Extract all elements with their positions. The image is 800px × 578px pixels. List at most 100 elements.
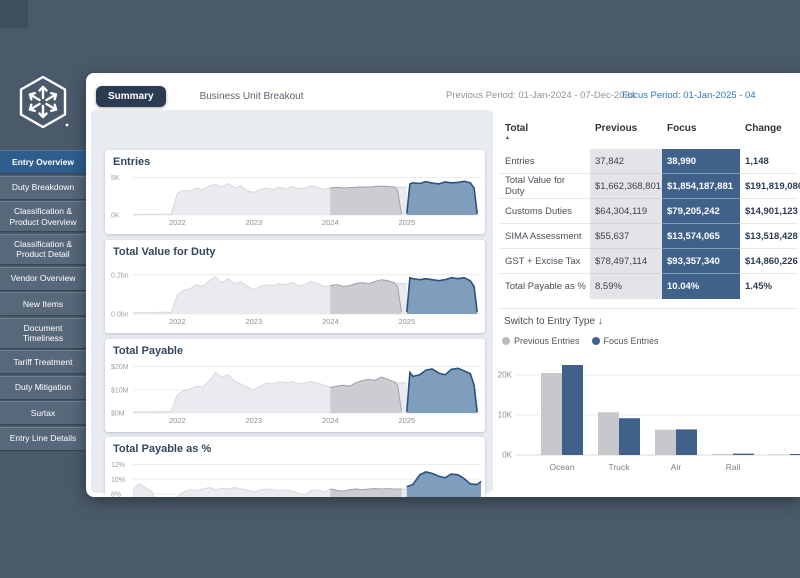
sidebar-item-surtax[interactable]: Surtax	[0, 401, 86, 424]
svg-text:12%: 12%	[111, 462, 125, 469]
svg-text:2023: 2023	[246, 317, 263, 326]
svg-text:2023: 2023	[246, 218, 263, 227]
entries-chart-card: Entries 5K0K2022202320242025	[105, 150, 485, 234]
table-cell-customs-duties-focus[interactable]: $79,205,242	[662, 199, 740, 224]
total-payable-area-chart[interactable]: $20M $10M $0M 2022 2023 2024 2025	[111, 359, 483, 425]
sidebar-item-classification-product-detail[interactable]: Classification & Product Detail	[0, 234, 86, 264]
table-cell-gst-excise-tax-total[interactable]: GST + Excise Tax	[500, 249, 590, 274]
dashboard-window: Summary Business Unit Breakout Previous P…	[86, 73, 800, 497]
svg-text:5K: 5K	[111, 175, 120, 182]
table-cell-sima-assessment-total[interactable]: SIMA Assessment	[500, 224, 590, 249]
table-cell-sima-assessment-change[interactable]: $13,518,428	[740, 224, 798, 249]
sidebar-item-duty-mitigation[interactable]: Duty Mitigation	[0, 376, 86, 399]
svg-text:10%: 10%	[111, 477, 125, 484]
svg-text:0K: 0K	[502, 451, 512, 460]
total-payable-pct-chart-card: Total Payable as % 12%10%8%6%20222023202…	[105, 437, 485, 497]
sidebar-nav: Entry OverviewDuty BreakdownClassificati…	[0, 150, 86, 450]
table-cell-total-payable-as-total[interactable]: Total Payable as %	[500, 274, 590, 299]
sidebar-item-classification-product-overview[interactable]: Classification & Product Overview	[0, 201, 86, 231]
sidebar-item-document-timeliness[interactable]: Document Timeliness	[0, 318, 86, 348]
svg-text:2022: 2022	[169, 218, 186, 227]
svg-text:2025: 2025	[398, 218, 415, 227]
table-cell-gst-excise-tax-change[interactable]: $14,860,226	[740, 249, 798, 274]
table-cell-customs-duties-change[interactable]: $14,901,123	[740, 199, 798, 224]
svg-text:Ocean: Ocean	[549, 462, 574, 472]
tab-summary[interactable]: Summary	[96, 86, 166, 107]
previous-entries-dot-icon	[502, 337, 510, 345]
tab-business-unit-breakout[interactable]: Business Unit Breakout	[188, 86, 316, 107]
table-header-focus[interactable]: Focus	[662, 119, 740, 149]
sidebar-item-duty-breakdown[interactable]: Duty Breakdown	[0, 176, 86, 199]
svg-text:Rail: Rail	[726, 462, 741, 472]
total-payable-chart-card: Total Payable $20M $10M $0M 2022 2023 2024 202…	[105, 339, 485, 432]
svg-text:Air: Air	[671, 462, 682, 472]
legend-label: Focus Entries	[604, 336, 659, 346]
chart-title: Total Payable	[113, 345, 481, 357]
total-value-for-duty-area-chart[interactable]: 0.2bn0.0bn2022202320242025	[111, 260, 483, 326]
summary-table: Total▲PreviousFocusChange Entries37,84238…	[500, 119, 798, 299]
divider	[500, 308, 796, 309]
svg-text:0.0bn: 0.0bn	[111, 312, 129, 319]
entry-type-bar-chart[interactable]: 0K 10K 20K Ocean Truck Air Rail	[496, 353, 800, 475]
table-cell-total-value-for-duty-focus[interactable]: $1,854,187,881	[662, 174, 740, 199]
table-cell-customs-duties-total[interactable]: Customs Duties	[500, 199, 590, 224]
svg-text:$0M: $0M	[111, 411, 125, 418]
table-cell-entries-total[interactable]: Entries	[500, 149, 590, 174]
svg-text:2024: 2024	[322, 218, 339, 227]
chart-title: Total Value for Duty	[113, 246, 481, 258]
table-cell-customs-duties-previous[interactable]: $64,304,119	[590, 199, 662, 224]
total-payable-pct-area-chart[interactable]: 12%10%8%6%2022202320242025	[111, 457, 483, 497]
sidebar: Entry OverviewDuty BreakdownClassificati…	[0, 0, 86, 578]
table-cell-sima-assessment-previous[interactable]: $55,637	[590, 224, 662, 249]
svg-text:$10M: $10M	[111, 387, 129, 394]
svg-text:Truck: Truck	[609, 462, 631, 472]
svg-text:10K: 10K	[498, 411, 513, 420]
focus-period-label: Focus Period: 01-Jan-2025 - 04	[622, 90, 756, 101]
svg-text:2024: 2024	[322, 416, 339, 425]
chart-title: Total Payable as %	[113, 443, 481, 455]
charts-surface: Entries 5K0K2022202320242025 Total Value…	[91, 110, 493, 493]
legend-item-focus-entries[interactable]: Focus Entries	[592, 336, 659, 346]
svg-text:8%: 8%	[111, 492, 121, 497]
table-header-previous[interactable]: Previous	[590, 119, 662, 149]
svg-text:0K: 0K	[111, 213, 120, 220]
table-header-total[interactable]: Total▲	[500, 119, 590, 149]
svg-text:$20M: $20M	[111, 364, 129, 371]
app-logo	[15, 74, 71, 130]
table-cell-sima-assessment-focus[interactable]: $13,574,065	[662, 224, 740, 249]
switch-entry-type-label[interactable]: Switch to Entry Type ↓	[504, 316, 603, 327]
sidebar-item-entry-overview[interactable]: Entry Overview	[0, 150, 86, 173]
tab-bar: Summary Business Unit Breakout	[96, 86, 316, 107]
sidebar-item-tariff-treatment[interactable]: Tariff Treatment	[0, 350, 86, 373]
total-value-for-duty-chart-card: Total Value for Duty 0.2bn0.0bn202220232…	[105, 240, 485, 333]
sidebar-item-entry-line-details[interactable]: Entry Line Details	[0, 427, 86, 450]
focus-entries-dot-icon	[592, 337, 600, 345]
svg-text:20K: 20K	[498, 371, 513, 380]
svg-text:2023: 2023	[246, 416, 263, 425]
table-cell-entries-focus[interactable]: 38,990	[662, 149, 740, 174]
legend-item-previous-entries[interactable]: Previous Entries	[502, 336, 580, 346]
svg-text:2025: 2025	[398, 416, 415, 425]
table-cell-total-payable-as-previous[interactable]: 8.59%	[590, 274, 662, 299]
svg-text:2025: 2025	[398, 317, 415, 326]
hexagon-arrows-logo-icon	[15, 74, 71, 130]
table-cell-entries-previous[interactable]: 37,842	[590, 149, 662, 174]
entries-area-chart[interactable]: 5K 0K 2022 2023 2024 2025	[111, 170, 483, 227]
sort-ascending-icon: ▲	[505, 135, 510, 141]
bar-chart-legend: Previous Entries Focus Entries	[502, 336, 659, 346]
legend-label: Previous Entries	[514, 336, 580, 346]
table-cell-total-value-for-duty-previous[interactable]: $1,662,368,801	[590, 174, 662, 199]
table-cell-total-payable-as-change[interactable]: 1.45%	[740, 274, 798, 299]
table-cell-gst-excise-tax-focus[interactable]: $93,357,340	[662, 249, 740, 274]
table-cell-total-value-for-duty-change[interactable]: $191,819,080	[740, 174, 798, 199]
table-header-change[interactable]: Change	[740, 119, 798, 149]
svg-text:2022: 2022	[169, 416, 186, 425]
table-cell-gst-excise-tax-previous[interactable]: $78,497,114	[590, 249, 662, 274]
svg-text:0.2bn: 0.2bn	[111, 272, 129, 279]
table-cell-total-payable-as-focus[interactable]: 10.04%	[662, 274, 740, 299]
table-cell-total-value-for-duty-total[interactable]: Total Value for Duty	[500, 174, 590, 199]
sidebar-item-new-items[interactable]: New Items	[0, 292, 86, 315]
table-cell-entries-change[interactable]: 1,148	[740, 149, 798, 174]
sidebar-item-vendor-overview[interactable]: Vendor Overview	[0, 267, 86, 290]
svg-text:2024: 2024	[322, 317, 339, 326]
